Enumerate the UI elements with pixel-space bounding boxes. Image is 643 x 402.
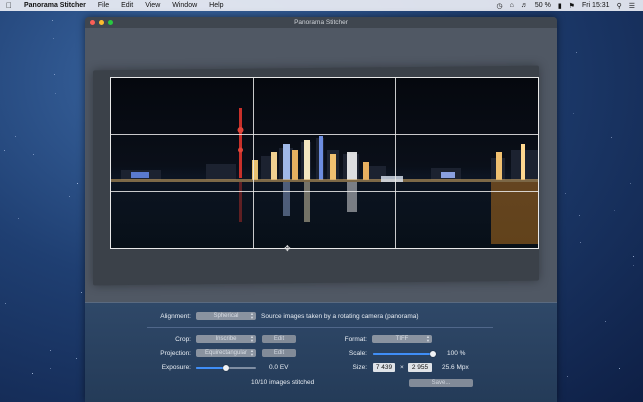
window-titlebar[interactable]: Panorama Stitcher [85, 17, 557, 28]
time-machine-icon[interactable]: ◷ [497, 2, 503, 10]
star [69, 196, 70, 197]
updown-arrows-icon: ▲ ▼ [250, 334, 254, 343]
exposure-slider-fill [196, 367, 226, 369]
exposure-label: Exposure: [161, 364, 191, 371]
exposure-slider-knob[interactable] [223, 365, 229, 371]
star [50, 368, 51, 369]
volume-icon[interactable]: ♬ [521, 2, 528, 9]
app-window: Panorama Stitcher ✥ Alignment: Spherical… [85, 17, 557, 402]
crop-edit-button[interactable]: Edit [262, 335, 296, 343]
star [633, 256, 634, 257]
alignment-label: Alignment: [160, 313, 191, 320]
crop-grid-line [111, 191, 538, 192]
panorama-preview-image[interactable] [110, 77, 539, 249]
menu-app-name[interactable]: Panorama Stitcher [18, 2, 92, 9]
flag-icon[interactable]: ⚑ [569, 2, 575, 10]
star [5, 303, 6, 304]
star [15, 136, 16, 137]
format-select[interactable]: TIFF ▲ ▼ [372, 335, 432, 343]
menu-bar:  Panorama Stitcher File Edit View Windo… [0, 0, 643, 11]
menubar-clock[interactable]: Fri 15:31 [582, 2, 610, 9]
spotlight-search-icon[interactable]: ⚲ [617, 2, 622, 10]
crop-grid-line [111, 134, 538, 135]
star [54, 74, 55, 75]
star [565, 193, 566, 194]
battery-percentage[interactable]: 50 % [535, 2, 551, 9]
star [52, 20, 53, 21]
star [630, 183, 631, 184]
notification-center-icon[interactable]: ☰ [629, 2, 635, 10]
star [4, 150, 5, 151]
preview-canvas[interactable]: ✥ [85, 28, 557, 302]
divider [147, 327, 493, 328]
star [614, 210, 615, 211]
star [76, 358, 77, 359]
menu-file[interactable]: File [92, 2, 115, 9]
star [81, 292, 82, 293]
updown-arrows-icon: ▲ ▼ [250, 348, 254, 357]
updown-arrows-icon: ▲ ▼ [426, 334, 430, 343]
menu-help[interactable]: Help [203, 2, 229, 9]
scale-slider-knob[interactable] [430, 351, 436, 357]
size-label: Size: [352, 364, 367, 371]
star [573, 113, 574, 114]
projection-select[interactable]: Equirectangular ▲ ▼ [196, 349, 256, 357]
star [580, 242, 581, 243]
crop-grid-line [395, 78, 396, 248]
battery-icon[interactable]: ▮ [558, 2, 562, 10]
height-field[interactable]: 2 955 [408, 363, 432, 372]
alignment-value: Spherical [213, 313, 239, 319]
menu-view[interactable]: View [139, 2, 166, 9]
star [633, 265, 634, 266]
alignment-select[interactable]: Spherical ▲ ▼ [196, 312, 256, 320]
format-value: TIFF [395, 336, 409, 342]
star [33, 154, 34, 155]
width-field[interactable]: 7 439 [373, 363, 395, 372]
crop-value: Inscribe [215, 336, 237, 342]
projection-label: Projection: [160, 350, 191, 357]
projection-value: Equirectangular [204, 350, 248, 356]
star [567, 376, 568, 377]
alignment-description: Source images taken by a rotating camera… [261, 313, 419, 320]
settings-panel: Alignment: Spherical ▲ ▼ Source images ta… [85, 302, 557, 402]
menu-edit[interactable]: Edit [115, 2, 139, 9]
stitch-status: 10/10 images stitched [251, 379, 315, 386]
star [579, 215, 580, 216]
size-times: × [400, 364, 404, 371]
star [53, 38, 54, 39]
move-handle-icon[interactable]: ✥ [284, 244, 291, 253]
star [18, 218, 19, 219]
close-button[interactable] [90, 20, 95, 25]
menu-window[interactable]: Window [166, 2, 203, 9]
exposure-value: 0.0 EV [269, 364, 289, 371]
city-skyline-illustration [111, 108, 538, 244]
window-title: Panorama Stitcher [294, 19, 348, 26]
megapixels: 25.6 Mpx [442, 364, 469, 371]
star [55, 93, 56, 94]
format-label: Format: [344, 336, 367, 343]
scale-slider-fill [373, 353, 433, 355]
star [32, 373, 33, 374]
scale-value: 100 % [447, 350, 466, 357]
star [77, 183, 78, 184]
wifi-icon[interactable]: ⌂ [510, 2, 514, 9]
star [576, 52, 577, 53]
crop-label: Crop: [175, 336, 191, 343]
crop-select[interactable]: Inscribe ▲ ▼ [196, 335, 256, 343]
save-button[interactable]: Save... [409, 379, 473, 387]
crop-grid-line [253, 78, 254, 248]
updown-arrows-icon: ▲ ▼ [250, 311, 254, 320]
star [605, 321, 606, 322]
star [50, 350, 51, 351]
minimize-button[interactable] [99, 20, 104, 25]
apple-menu-icon[interactable]:  [0, 1, 18, 10]
star [611, 137, 612, 138]
projection-edit-button[interactable]: Edit [262, 349, 296, 357]
scale-label: Scale: [348, 350, 367, 357]
zoom-button[interactable] [108, 20, 113, 25]
star [619, 368, 620, 369]
